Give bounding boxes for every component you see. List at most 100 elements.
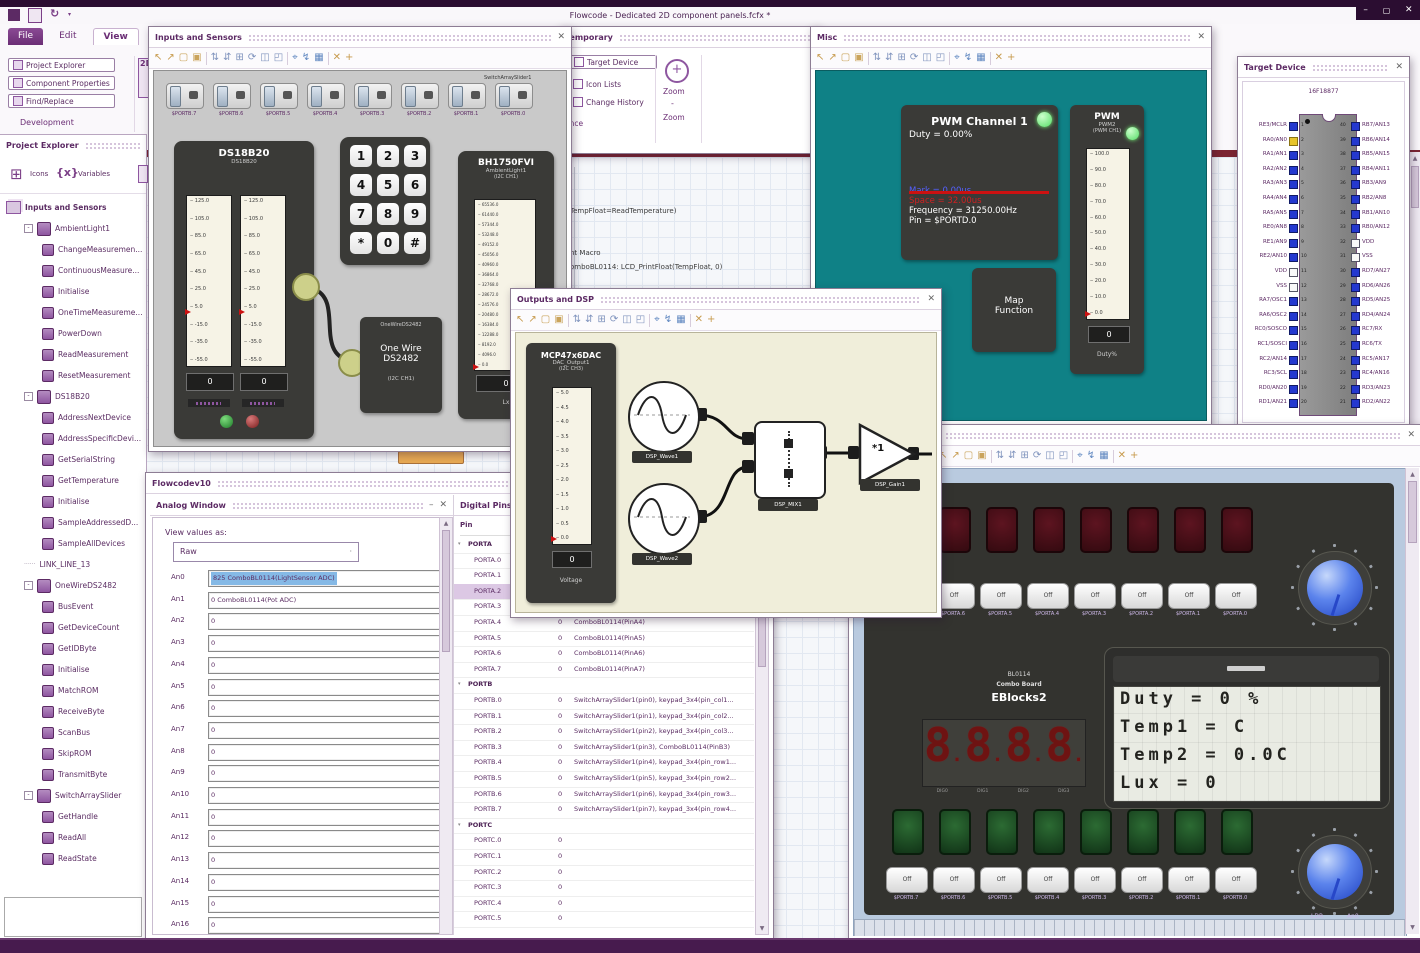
dsp-gain-component[interactable] xyxy=(858,423,918,485)
drag-hatch[interactable] xyxy=(247,33,552,41)
portb-button-0[interactable]: Off xyxy=(886,867,928,893)
tree-item-getserialstring[interactable]: GetSerialString xyxy=(4,449,144,470)
align-icon[interactable]: ◰ xyxy=(1059,451,1068,461)
outputs-titlebar[interactable]: Outputs and DSP ✕ xyxy=(511,289,941,310)
mesh-icon[interactable]: ▦ xyxy=(676,315,685,325)
porta-button-7[interactable]: Off xyxy=(1215,583,1257,609)
expand-icon[interactable]: - xyxy=(24,581,33,590)
portb-button-5[interactable]: Off xyxy=(1121,867,1163,893)
project-explorer-button[interactable]: Project Explorer xyxy=(8,58,115,72)
tab-view[interactable]: View xyxy=(92,28,139,45)
tree-item-inputs-and-sensors[interactable]: Inputs and Sensors xyxy=(4,197,144,218)
tree-item-initialise[interactable]: Initialise xyxy=(4,281,144,302)
digital-row-portb.4[interactable]: PORTB.4 0 SwitchArraySlider1(pin4), keypad… xyxy=(454,755,754,772)
analog-value-input[interactable]: 825 ComboBL0114(LightSensor ADC) xyxy=(208,570,439,587)
target-icon[interactable]: ⌖ xyxy=(292,53,298,63)
wire-icon[interactable]: ↯ xyxy=(1087,451,1095,461)
pin-rb2-an8[interactable]: 35 RB2/AN8 xyxy=(1340,193,1404,206)
pin-re1-an9[interactable]: RE1/AN9 9 xyxy=(1243,237,1304,250)
pin-rd2-an22[interactable]: 21 RD2/AN22 xyxy=(1340,397,1404,410)
delete-icon[interactable]: ✕ xyxy=(1118,451,1126,461)
lower-icon[interactable]: ⇵ xyxy=(885,53,893,63)
switch-knob[interactable] xyxy=(264,86,275,107)
tree-item-samplealldevices[interactable]: SampleAllDevices xyxy=(4,533,144,554)
icons-grid-icon[interactable]: ⊞ xyxy=(10,165,23,183)
tree-item-initialise[interactable]: Initialise xyxy=(4,659,144,680)
dsp-mix-component[interactable] xyxy=(754,421,826,499)
pin-rc6-tx[interactable]: 25 RC6/TX xyxy=(1340,339,1404,352)
close-icon[interactable]: ✕ xyxy=(1197,32,1205,42)
switch-knob[interactable] xyxy=(358,86,369,107)
pwm-meter-component[interactable]: PWM PWM2 (PWM CH1) ‒ 100.0 ‒ 90.0 ‒ 80.0 ‒ … xyxy=(1070,105,1144,374)
rotate-icon[interactable]: ⟳ xyxy=(248,53,256,63)
analog-value-input[interactable]: 0 xyxy=(208,917,439,934)
target-icon[interactable]: ⌖ xyxy=(654,315,660,325)
delete-icon[interactable]: ✕ xyxy=(333,53,341,63)
cursor-plus-icon[interactable]: ↗ xyxy=(528,315,536,325)
scroll-thumb[interactable] xyxy=(442,530,450,652)
pin-vss[interactable]: 31 VSS xyxy=(1340,251,1404,264)
pin-ra2-an2[interactable]: RA2/AN2 4 xyxy=(1243,164,1304,177)
icon-lists-toggle[interactable]: Icon Lists xyxy=(573,79,621,89)
switch-knob[interactable] xyxy=(405,86,416,107)
raise-icon[interactable]: ⇅ xyxy=(211,53,219,63)
pin-re0-an8[interactable]: RE0/AN8 8 xyxy=(1243,222,1304,235)
drag-hatch[interactable] xyxy=(945,431,1402,439)
lower-icon[interactable]: ⇵ xyxy=(223,53,231,63)
add-icon[interactable]: + xyxy=(1130,451,1138,461)
mirror-icon[interactable]: ◫ xyxy=(1045,451,1054,461)
wire-icon[interactable]: ↯ xyxy=(664,315,672,325)
switch-portb.2[interactable] xyxy=(401,83,439,109)
tree-item-addressspecificdevi-[interactable]: AddressSpecificDevi... xyxy=(4,428,144,449)
digital-row-portb.3[interactable]: PORTB.3 0 SwitchArraySlider1(pin3), ComboB… xyxy=(454,740,754,757)
ldr-knob[interactable] xyxy=(1291,828,1378,915)
digital-row-portb.5[interactable]: PORTB.5 0 SwitchArraySlider1(pin5), keypad… xyxy=(454,771,754,788)
drag-hatch[interactable] xyxy=(618,33,813,41)
rotate-icon[interactable]: ⟳ xyxy=(610,315,618,325)
portb-button-3[interactable]: Off xyxy=(1027,867,1069,893)
pin-rd0-an20[interactable]: RD0/AN20 19 xyxy=(1243,383,1307,396)
digital-row-portb.0[interactable]: PORTB.0 0 SwitchArraySlider1(pin0), keypad… xyxy=(454,693,754,710)
pot-knob[interactable] xyxy=(1291,544,1378,631)
close-icon[interactable]: ✕ xyxy=(927,294,935,304)
tree-item-changemeasuremen-[interactable]: ChangeMeasuremen... xyxy=(4,239,144,260)
digital-row-porta.5[interactable]: PORTA.5 0 ComboBL0114(PinA5) xyxy=(454,631,754,648)
tree-item-readmeasurement[interactable]: ReadMeasurement xyxy=(4,344,144,365)
pin-vdd[interactable]: VDD 11 xyxy=(1243,266,1307,279)
view-values-dropdown[interactable]: Raw · xyxy=(173,542,359,562)
analog-value-input[interactable]: 0 ComboBL0114(Pot ADC) xyxy=(208,591,439,609)
porta-button-5[interactable]: Off xyxy=(1121,583,1163,609)
digital-row-portb.1[interactable]: PORTB.1 0 SwitchArraySlider1(pin1), keypad… xyxy=(454,709,754,726)
analog-vscrollbar[interactable]: ▲ xyxy=(439,517,453,935)
pin-rc3-scl[interactable]: RC3/SCL 18 xyxy=(1243,368,1307,381)
mesh-icon[interactable]: ▦ xyxy=(1099,451,1108,461)
mirror-icon[interactable]: ◫ xyxy=(260,53,269,63)
variables-icon[interactable]: {x} xyxy=(56,166,79,179)
pin-vss[interactable]: VSS 12 xyxy=(1243,281,1307,294)
wire-icon[interactable]: ↯ xyxy=(964,53,972,63)
pin-rd6-an26[interactable]: 29 RD6/AN26 xyxy=(1340,281,1404,294)
collapse-icon[interactable]: ▾ xyxy=(458,681,461,687)
digital-row-portc.2[interactable]: PORTC.2 0 xyxy=(454,865,754,882)
portb-button-1[interactable]: Off xyxy=(933,867,975,893)
add-icon[interactable]: + xyxy=(707,315,715,325)
switch-knob[interactable] xyxy=(170,86,181,107)
pin-ra4-an4[interactable]: RA4/AN4 6 xyxy=(1243,193,1304,206)
pin-rc0-sosco[interactable]: RC0/SOSCO 15 xyxy=(1243,324,1307,337)
pin-ra7-osc1[interactable]: RA7/OSC1 13 xyxy=(1243,295,1307,308)
digital-row-portc.0[interactable]: PORTC.0 0 xyxy=(454,833,754,850)
analog-value-input[interactable]: 0 xyxy=(208,765,439,783)
pin-rc5-an17[interactable]: 24 RC5/AN17 xyxy=(1340,354,1404,367)
switch-portb.3[interactable] xyxy=(354,83,392,109)
cursor-icon[interactable]: ↖ xyxy=(154,53,162,63)
pin-rc7-rx[interactable]: 26 RC7/RX xyxy=(1340,324,1404,337)
scroll-up-icon[interactable]: ▲ xyxy=(1406,471,1419,478)
tree-item-busevent[interactable]: BusEvent xyxy=(4,596,144,617)
grid-icon[interactable]: ⊞ xyxy=(235,53,243,63)
tab-edit[interactable]: Edit xyxy=(49,28,86,45)
tree-item-transmitbyte[interactable]: TransmitByte xyxy=(4,764,144,785)
pin-rd1-an21[interactable]: RD1/AN21 20 xyxy=(1243,397,1307,410)
tree-item-scanbus[interactable]: ScanBus xyxy=(4,722,144,743)
switch-portb.0[interactable] xyxy=(495,83,533,109)
switch-portb.4[interactable] xyxy=(307,83,345,109)
